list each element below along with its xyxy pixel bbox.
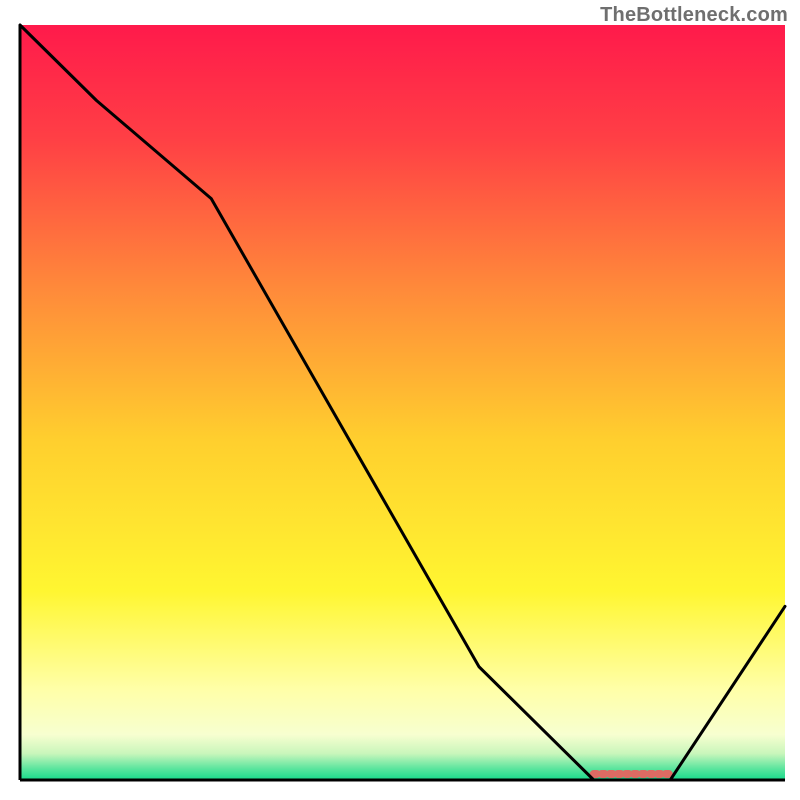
watermark-text: TheBottleneck.com	[600, 4, 788, 27]
chart-container: TheBottleneck.com	[0, 0, 800, 800]
plot-background	[20, 25, 785, 780]
chart-svg	[0, 0, 800, 800]
